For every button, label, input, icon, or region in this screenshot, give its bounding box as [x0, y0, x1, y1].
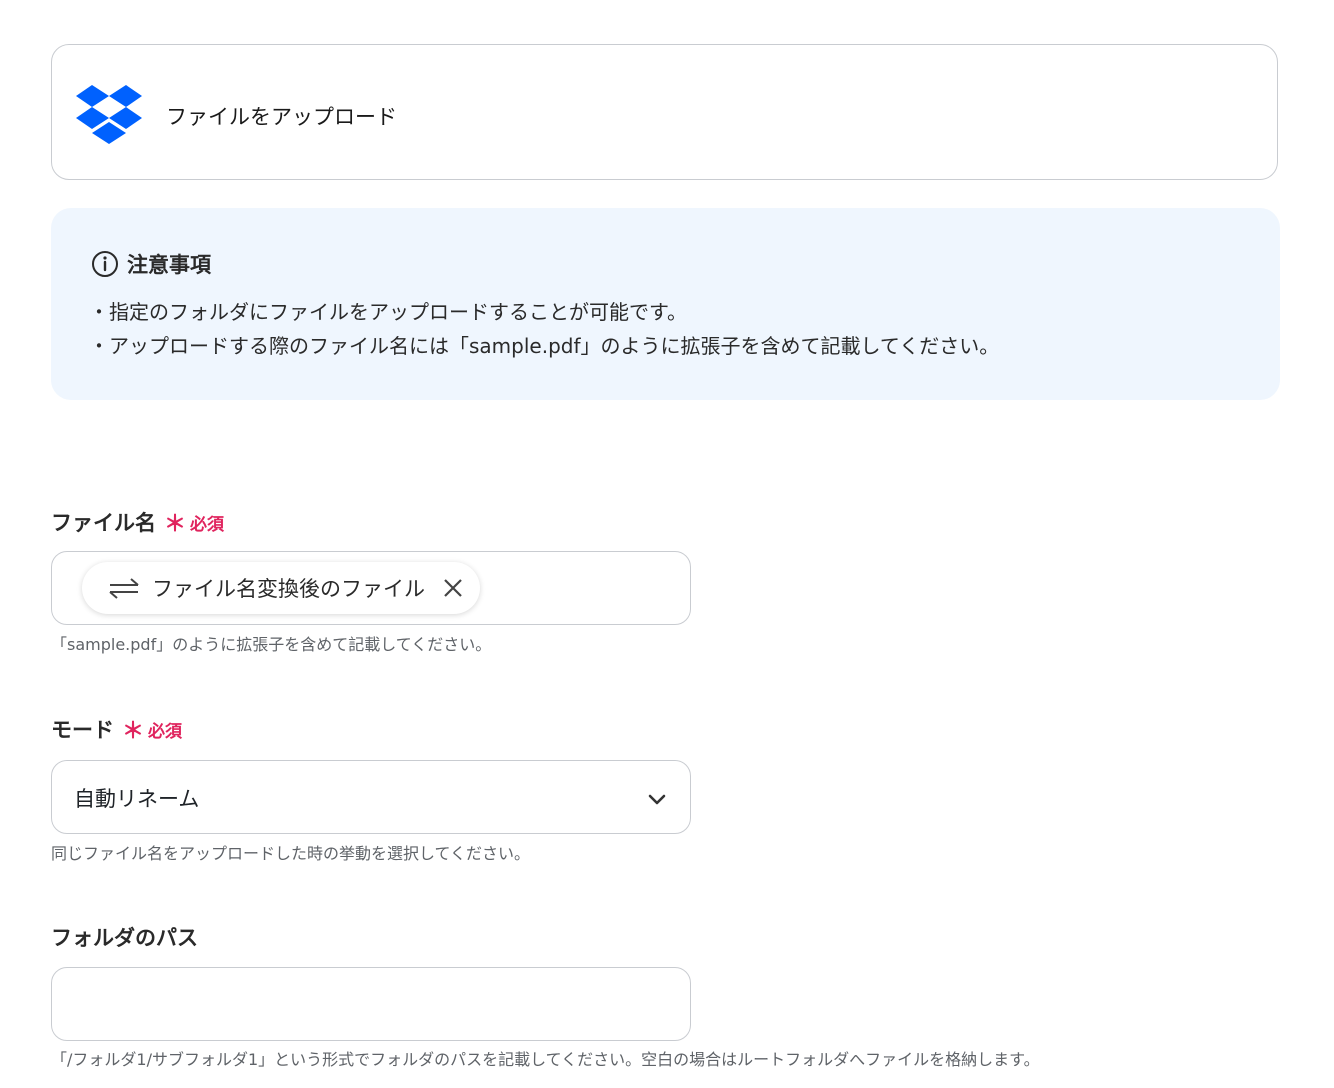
chevron-down-icon — [648, 794, 666, 805]
close-icon[interactable] — [442, 577, 464, 599]
folder-path-input[interactable] — [51, 967, 691, 1041]
notice-line: ・指定のフォルダにファイルをアップロードすることが可能です。 — [89, 300, 687, 324]
required-mark: ＊ — [164, 512, 187, 537]
action-header-card: ファイルをアップロード — [51, 44, 1278, 180]
info-icon — [92, 251, 118, 277]
folder-path-label-text: フォルダのパス — [51, 926, 198, 950]
filename-label: ファイル名 ＊ 必須 — [51, 506, 224, 538]
folder-path-help: 「/フォルダ1/サブフォルダ1」という形式でフォルダのパスを記載してください。空… — [51, 1050, 1040, 1069]
filename-help: 「sample.pdf」のように拡張子を含めて記載してください。 — [51, 635, 492, 654]
dropbox-icon — [76, 85, 142, 144]
required-badge: 必須 — [148, 721, 183, 742]
mode-select[interactable]: 自動リネーム — [51, 760, 691, 834]
mode-label: モード ＊ 必須 — [51, 713, 182, 745]
chip-label: ファイル名変換後のファイル — [152, 577, 425, 601]
mode-help: 同じファイル名をアップロードした時の挙動を選択してください。 — [51, 844, 531, 863]
required-badge: 必須 — [190, 514, 225, 535]
folder-path-label: フォルダのパス — [51, 922, 198, 952]
filename-label-text: ファイル名 — [51, 511, 156, 535]
notice-line: ・アップロードする際のファイル名には「sample.pdf」のように拡張子を含め… — [89, 334, 1000, 358]
notice-heading: 注意事項 — [91, 248, 211, 280]
mode-selected-value: 自動リネーム — [74, 787, 200, 811]
notice-box: 注意事項 ・指定のフォルダにファイルをアップロードすることが可能です。 ・アップ… — [51, 208, 1280, 400]
notice-heading-text: 注意事項 — [127, 253, 211, 277]
action-title: ファイルをアップロード — [166, 105, 397, 129]
filename-input[interactable]: ファイル名変換後のファイル — [51, 551, 691, 625]
variable-chip[interactable]: ファイル名変換後のファイル — [82, 562, 480, 614]
required-mark: ＊ — [122, 719, 145, 744]
mode-label-text: モード — [51, 718, 114, 742]
swap-arrows-icon — [109, 578, 139, 599]
